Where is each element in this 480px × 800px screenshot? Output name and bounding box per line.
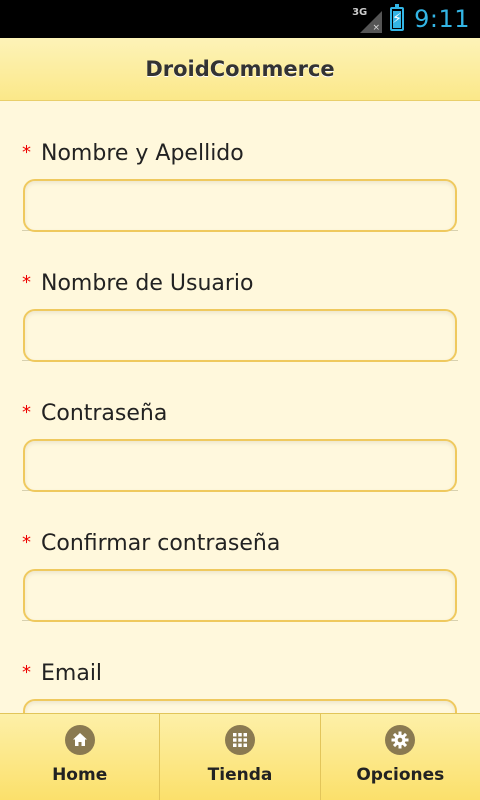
app-title: DroidCommerce — [145, 57, 335, 81]
field-confirm-password: * Confirmar contraseña — [22, 491, 458, 622]
bottom-nav: Home Tienda Opciones — [0, 713, 480, 800]
field-username: * Nombre de Usuario — [22, 231, 458, 362]
email-input[interactable] — [23, 699, 457, 713]
nav-label-tienda: Tienda — [207, 765, 273, 785]
grid-icon — [224, 725, 255, 755]
field-label-username: * Nombre de Usuario — [22, 271, 254, 296]
nav-item-opciones[interactable]: Opciones — [321, 714, 480, 800]
status-bar: 3G × ⚡ 9:11 — [0, 0, 480, 38]
field-label-email: * Email — [22, 661, 102, 686]
nav-label-home: Home — [52, 765, 108, 785]
nav-item-tienda[interactable]: Tienda — [160, 714, 321, 800]
field-label-text: Email — [41, 661, 103, 686]
signal-3g-icon: 3G × — [352, 5, 383, 33]
field-email: * Email — [22, 621, 458, 713]
field-label-text: Confirmar contraseña — [41, 531, 281, 556]
network-type-label: 3G — [352, 7, 368, 18]
field-password: * Contraseña — [22, 361, 458, 492]
field-label-text: Nombre de Usuario — [41, 271, 254, 296]
nav-label-opciones: Opciones — [356, 765, 445, 785]
field-label-confirm-password: * Confirmar contraseña — [22, 531, 280, 556]
gear-icon — [385, 725, 416, 755]
required-marker: * — [22, 402, 31, 423]
status-clock: 9:11 — [414, 5, 470, 33]
username-input[interactable] — [23, 309, 457, 362]
status-icons: 3G × ⚡ 9:11 — [352, 0, 470, 38]
field-label-full-name: * Nombre y Apellido — [22, 141, 244, 166]
field-full-name: * Nombre y Apellido — [22, 101, 458, 232]
no-signal-mark: × — [372, 23, 381, 33]
password-input[interactable] — [23, 439, 457, 492]
field-label-text: Contraseña — [41, 401, 168, 426]
required-marker: * — [22, 142, 31, 163]
field-label-text: Nombre y Apellido — [41, 141, 244, 166]
field-label-password: * Contraseña — [22, 401, 167, 426]
registration-form: * Nombre y Apellido * Nombre de Usuario * C… — [0, 101, 480, 713]
full-name-input[interactable] — [23, 179, 457, 232]
required-marker: * — [22, 272, 31, 293]
nav-item-home[interactable]: Home — [0, 714, 161, 800]
home-icon — [64, 725, 95, 755]
confirm-password-input[interactable] — [23, 569, 457, 622]
required-marker: * — [22, 662, 31, 683]
app-header: DroidCommerce — [0, 38, 480, 101]
required-marker: * — [22, 532, 31, 553]
battery-charging-icon: ⚡ — [390, 4, 405, 31]
